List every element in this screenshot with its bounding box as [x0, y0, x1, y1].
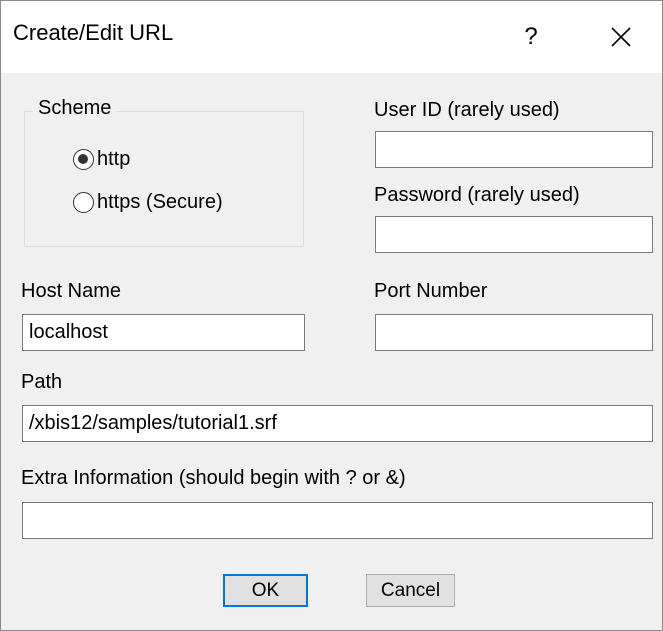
- port-number-field[interactable]: [375, 314, 653, 351]
- close-button[interactable]: [596, 11, 646, 63]
- create-edit-url-dialog: Create/Edit URL ? Scheme http https (Sec…: [0, 0, 663, 631]
- radio-http-label: http: [97, 147, 131, 170]
- password-label: Password (rarely used): [374, 184, 580, 206]
- ok-button[interactable]: OK: [223, 574, 308, 607]
- close-icon: [611, 27, 631, 47]
- cancel-button[interactable]: Cancel: [366, 574, 455, 607]
- radio-https-label: https (Secure): [97, 190, 223, 213]
- port-number-label: Port Number: [374, 280, 488, 302]
- host-name-field[interactable]: [22, 314, 305, 351]
- radio-selected-icon: [73, 148, 94, 170]
- host-name-label: Host Name: [21, 280, 122, 302]
- path-field[interactable]: [22, 405, 653, 442]
- scheme-group: [24, 111, 304, 247]
- user-id-field[interactable]: [375, 131, 653, 168]
- extra-info-field[interactable]: [22, 502, 653, 539]
- password-field[interactable]: [375, 216, 653, 253]
- radio-http[interactable]: http: [73, 145, 130, 173]
- radio-https[interactable]: https (Secure): [73, 188, 223, 216]
- help-button[interactable]: ?: [506, 11, 556, 63]
- path-label: Path: [21, 371, 63, 393]
- title-bar: Create/Edit URL ?: [1, 1, 662, 73]
- radio-unselected-icon: [73, 191, 94, 213]
- user-id-label: User ID (rarely used): [374, 99, 560, 121]
- scheme-group-label: Scheme: [33, 97, 117, 120]
- extra-info-label: Extra Information (should begin with ? o…: [21, 467, 406, 489]
- window-title: Create/Edit URL: [13, 20, 174, 45]
